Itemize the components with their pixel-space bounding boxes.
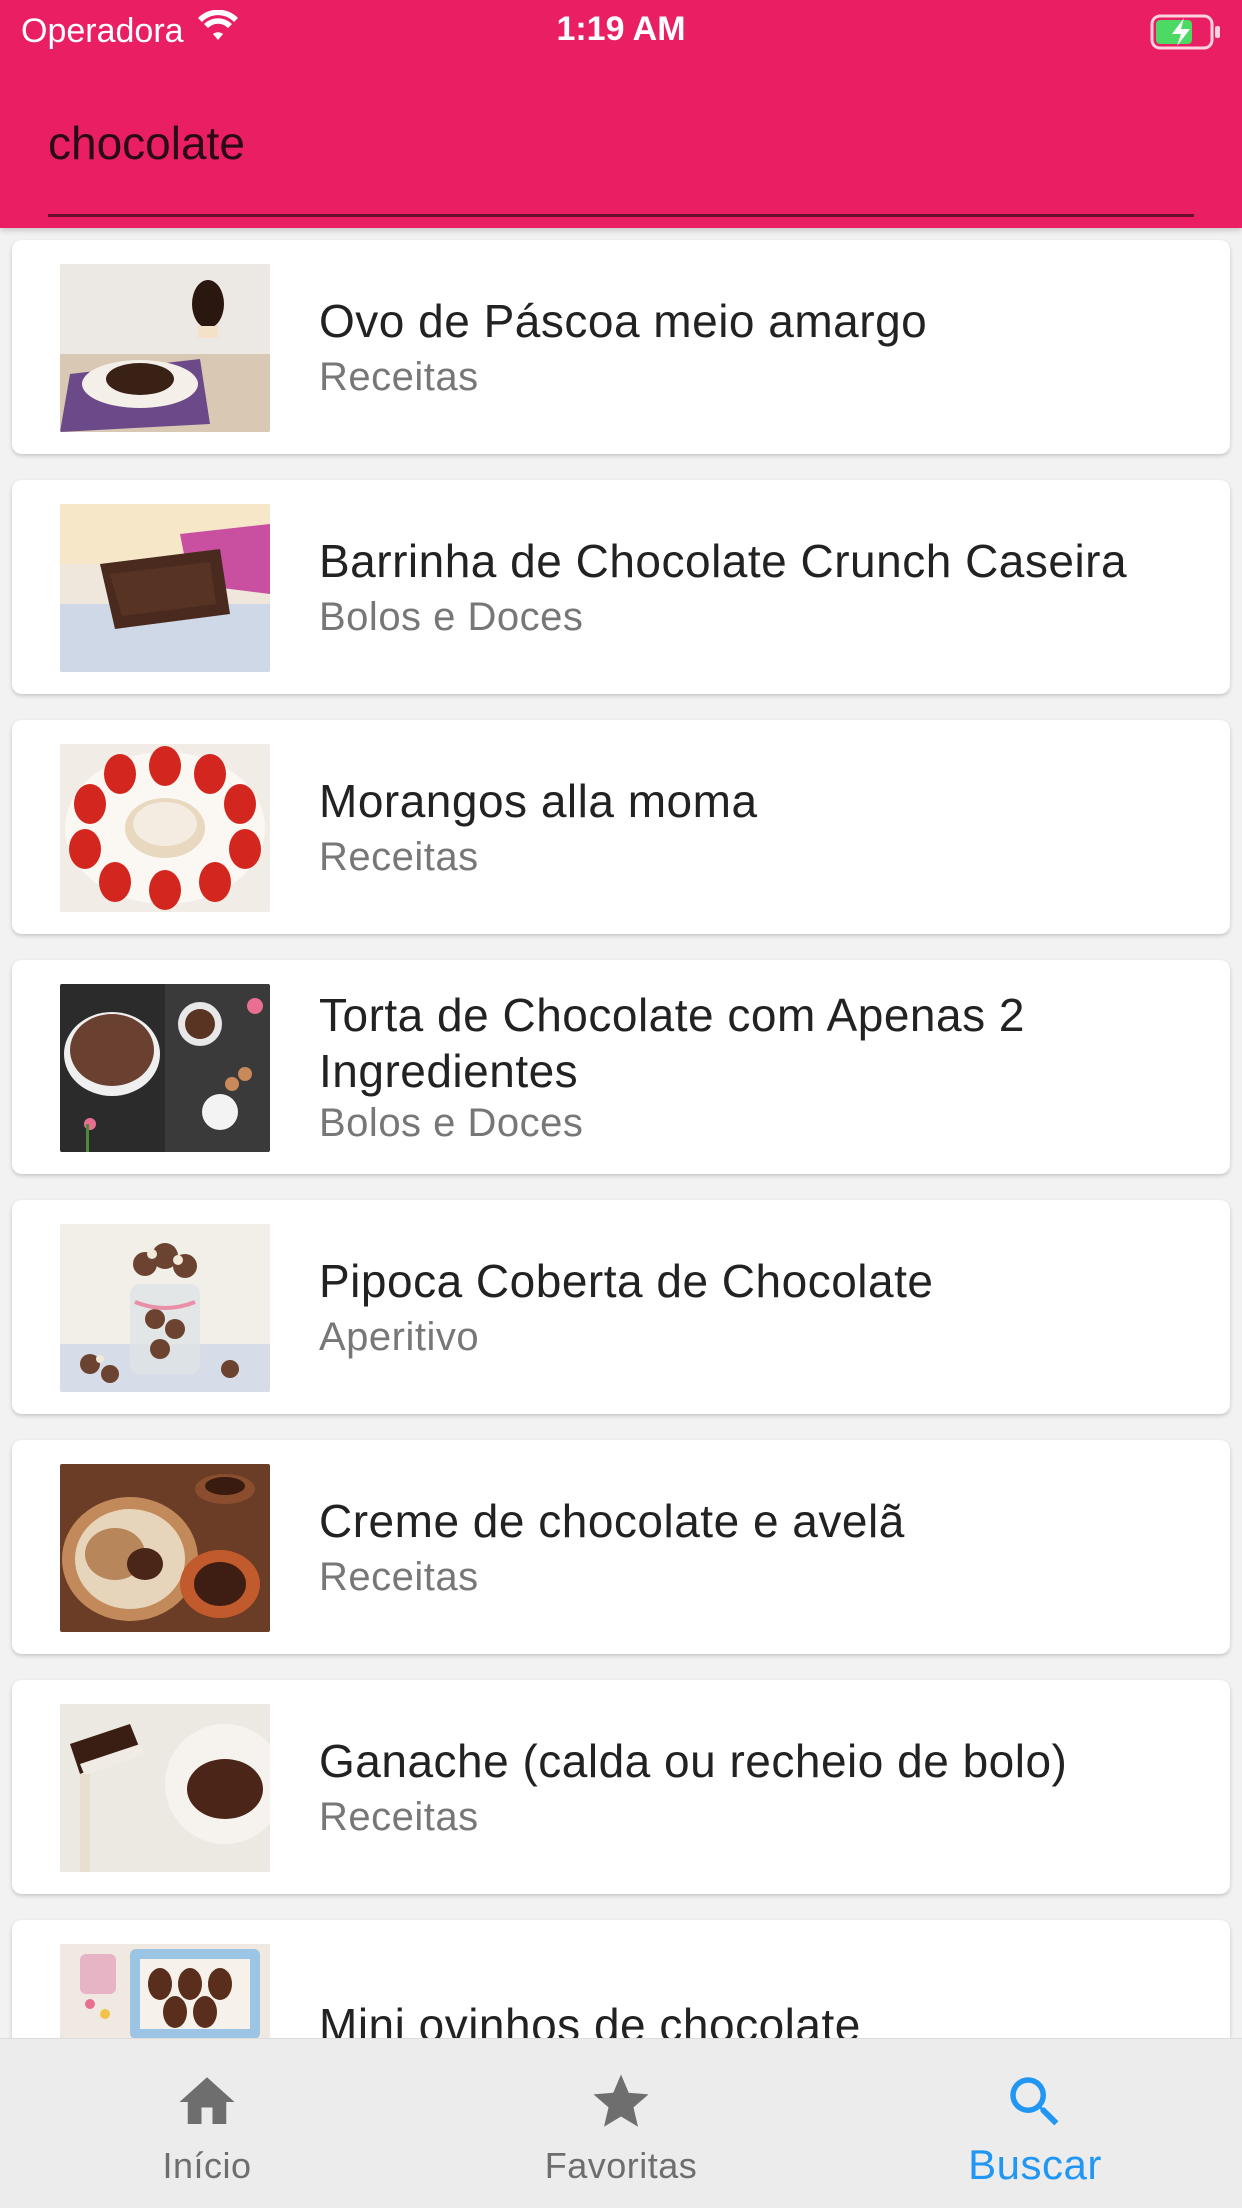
recipe-title: Creme de chocolate e avelã — [319, 1495, 905, 1547]
recipe-card[interactable]: Creme de chocolate e avelã Receitas — [12, 1440, 1230, 1654]
recipe-thumbnail — [60, 1464, 270, 1632]
recipe-title: Mini ovinhos de chocolate — [319, 1999, 861, 2038]
recipe-text: Creme de chocolate e avelã Receitas — [319, 1440, 1190, 1654]
bottom-navigation: Início Favoritas Buscar — [0, 2038, 1242, 2208]
recipe-text: Barrinha de Chocolate Crunch Caseira Bol… — [319, 480, 1190, 694]
nav-label: Buscar — [968, 2141, 1102, 2188]
status-bar: Operadora 1:19 AM — [0, 0, 1242, 64]
recipe-text: Ganache (calda ou recheio de bolo) Recei… — [319, 1680, 1190, 1894]
recipe-title: Ganache (calda ou recheio de bolo) — [319, 1735, 1068, 1787]
recipe-text: Pipoca Coberta de Chocolate Aperitivo — [319, 1200, 1190, 1414]
nav-item-inicio[interactable]: Início — [0, 2039, 414, 2208]
recipe-card[interactable]: Pipoca Coberta de Chocolate Aperitivo — [12, 1200, 1230, 1414]
recipe-category: Aperitivo — [319, 1315, 480, 1359]
recipe-title: Pipoca Coberta de Chocolate — [319, 1255, 934, 1307]
nav-label: Favoritas — [544, 2145, 698, 2186]
recipe-title: Barrinha de Chocolate Crunch Caseira — [319, 535, 1128, 587]
recipe-category: Receitas — [319, 835, 479, 879]
status-time: 1:19 AM — [556, 10, 686, 48]
recipe-title: Torta de Chocolate com Apenas 2 Ingredie… — [319, 989, 1025, 1097]
recipe-thumbnail — [60, 1224, 270, 1392]
recipe-title: Ovo de Páscoa meio amargo — [319, 295, 928, 347]
search-underline — [48, 214, 1194, 217]
recipe-card[interactable]: Ganache (calda ou recheio de bolo) Recei… — [12, 1680, 1230, 1894]
recipe-card[interactable]: Mini ovinhos de chocolate — [12, 1920, 1230, 2038]
recipe-thumbnail — [60, 1944, 270, 2038]
nav-label: Início — [162, 2145, 252, 2186]
home-icon — [179, 2077, 235, 2124]
recipe-thumbnail — [60, 504, 270, 672]
recipe-card[interactable]: Morangos alla moma Receitas — [12, 720, 1230, 934]
recipe-category: Bolos e Doces — [319, 1101, 584, 1145]
star-icon — [593, 2074, 649, 2127]
recipe-text: Ovo de Páscoa meio amargo Receitas — [319, 240, 1190, 454]
recipe-title: Morangos alla moma — [319, 775, 758, 827]
recipe-category: Bolos e Doces — [319, 595, 584, 639]
recipe-text: Mini ovinhos de chocolate — [319, 1920, 1190, 2038]
recipe-category: Receitas — [319, 1555, 479, 1599]
search-bar — [48, 100, 1194, 218]
recipe-thumbnail — [60, 744, 270, 912]
recipe-card[interactable]: Torta de Chocolate com Apenas 2 Ingredie… — [12, 960, 1230, 1174]
recipe-card[interactable]: Barrinha de Chocolate Crunch Caseira Bol… — [12, 480, 1230, 694]
battery-icon — [1150, 14, 1222, 59]
recipe-category: Receitas — [319, 1795, 479, 1839]
recipe-thumbnail — [60, 1704, 270, 1872]
nav-item-favoritas[interactable]: Favoritas — [414, 2039, 828, 2208]
recipe-thumbnail — [60, 264, 270, 432]
search-input[interactable] — [48, 100, 1194, 186]
recipe-text: Torta de Chocolate com Apenas 2 Ingredie… — [319, 960, 1190, 1174]
results-list[interactable]: Ovo de Páscoa meio amargo Receitas Barri… — [0, 228, 1242, 2038]
recipe-category: Receitas — [319, 355, 479, 399]
recipe-text: Morangos alla moma Receitas — [319, 720, 1190, 934]
recipe-thumbnail — [60, 984, 270, 1152]
nav-item-buscar[interactable]: Buscar — [828, 2039, 1242, 2208]
app-header: Operadora 1:19 AM — [0, 0, 1242, 228]
recipe-card[interactable]: Ovo de Páscoa meio amargo Receitas — [12, 240, 1230, 454]
search-icon — [1010, 2077, 1059, 2126]
